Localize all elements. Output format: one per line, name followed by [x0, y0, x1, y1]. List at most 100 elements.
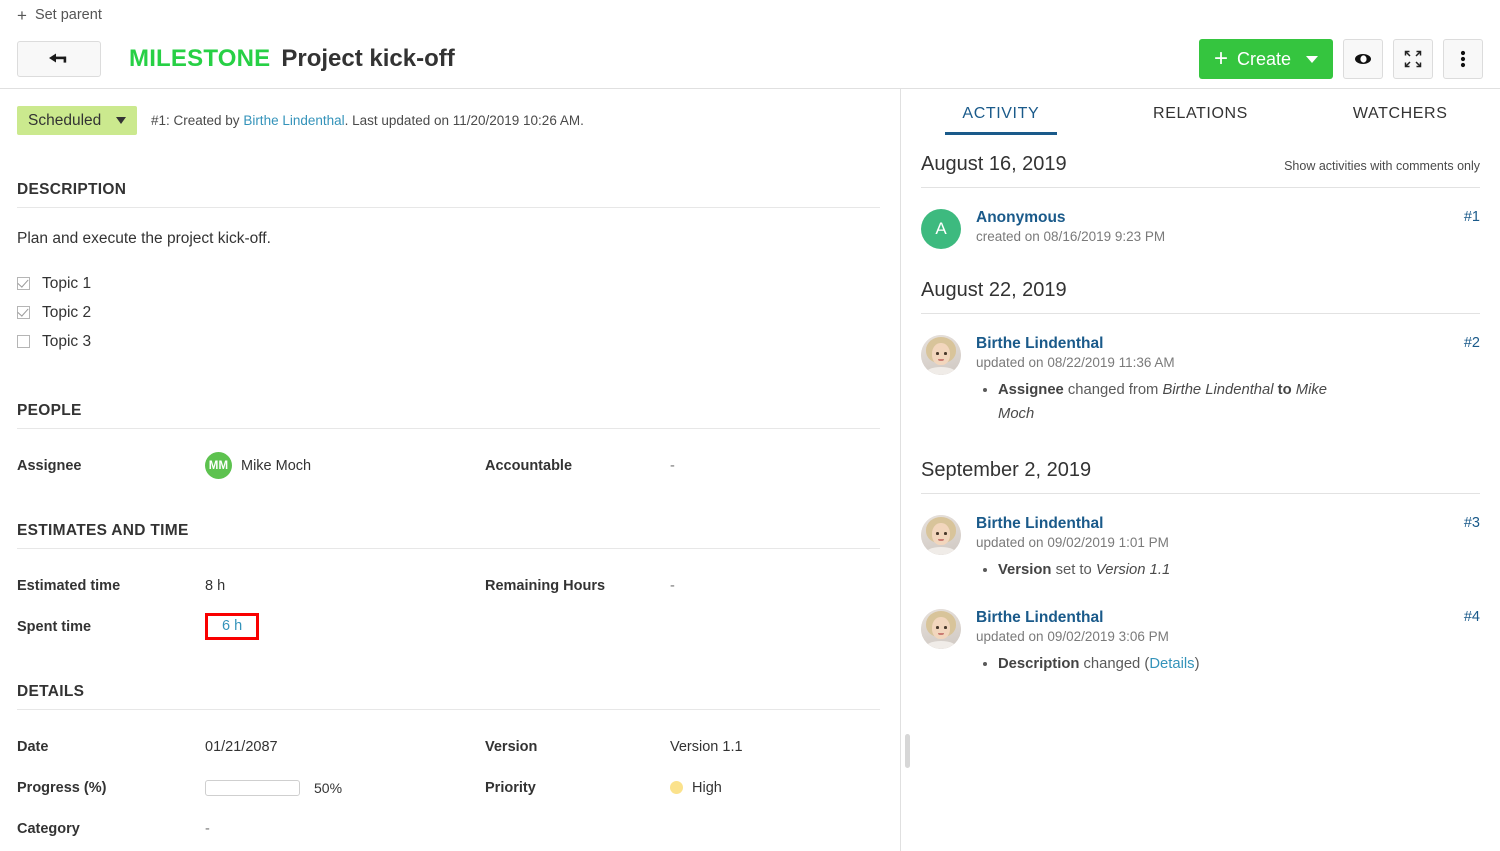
date-value[interactable]: 01/21/2087 [205, 726, 485, 767]
activity-timestamp: updated on 09/02/2019 3:06 PM [976, 628, 1169, 644]
user-chip[interactable]: MM Mike Moch [205, 452, 311, 479]
progress-percent-label: 50% [314, 779, 343, 796]
status-dropdown[interactable]: Scheduled [17, 106, 137, 135]
assignee-name: Mike Moch [241, 457, 312, 474]
activity-changes: Description changed (Details) [976, 653, 1480, 677]
checklist-item[interactable]: Topic 2 [17, 298, 880, 327]
arrow-left-icon [49, 53, 67, 63]
estimates-heading: ESTIMATES AND TIME [17, 522, 880, 549]
activity-author[interactable]: Anonymous [976, 209, 1452, 227]
activity-body: Anonymous created on 08/16/2019 9:23 PM … [976, 209, 1480, 249]
chevron-down-icon [116, 117, 126, 124]
activity-entry: A Anonymous created on 08/16/2019 9:23 P… [901, 188, 1500, 249]
checklist-label: Topic 3 [42, 332, 92, 350]
activity-number[interactable]: #1 [1464, 209, 1480, 225]
remaining-hours-value[interactable]: - [670, 565, 880, 606]
priority-badge[interactable]: High [670, 780, 722, 796]
activity-date-heading: August 16, 2019 [921, 153, 1067, 175]
change-tail: ) [1194, 655, 1200, 672]
progress-bar [205, 779, 300, 796]
progress-bar-widget[interactable]: 50% [205, 779, 343, 796]
spacer-label [485, 808, 670, 849]
plus-icon: + [1213, 45, 1228, 72]
watch-button[interactable] [1343, 39, 1383, 79]
checkbox-checked-icon[interactable] [17, 277, 30, 290]
avatar: A [921, 209, 961, 249]
version-label: Version [485, 738, 538, 755]
tab-relations[interactable]: RELATIONS [1101, 105, 1301, 135]
priority-value: High [692, 779, 722, 796]
activity-number[interactable]: #3 [1464, 515, 1480, 531]
activity-author[interactable]: Birthe Lindenthal [976, 515, 1452, 533]
assignee-label: Assignee [17, 457, 82, 474]
chevron-down-icon [1306, 55, 1318, 63]
title-row: MILESTONE Project kick-off + Create [0, 30, 1500, 88]
checklist-item[interactable]: Topic 3 [17, 327, 880, 356]
work-package-subject[interactable]: Project kick-off [281, 45, 454, 73]
change-details-link[interactable]: Details [1149, 656, 1194, 672]
activity-number[interactable]: #4 [1464, 609, 1480, 625]
more-vertical-icon [1460, 50, 1466, 68]
category-value[interactable]: - [205, 808, 485, 849]
details-attributes: Date 01/21/2087 Version Version 1.1 Prog… [17, 726, 880, 849]
checkbox-unchecked-icon[interactable] [17, 335, 30, 348]
remaining-hours-label: Remaining Hours [485, 577, 606, 594]
work-package-meta: #1: Created by Birthe Lindenthal. Last u… [151, 113, 584, 128]
change-mid: changed from [1063, 382, 1163, 398]
activity-change: Assignee changed from Birthe Lindenthal … [998, 379, 1348, 427]
left-pane-scrollbar[interactable] [889, 89, 897, 851]
top-actions: + Create [1198, 39, 1483, 79]
spent-time-value[interactable]: 6 h [205, 612, 260, 641]
activity-group-header: August 22, 2019 [901, 249, 1500, 302]
category-label: Category [17, 820, 80, 837]
estimated-time-value[interactable]: 8 h [205, 565, 485, 606]
tab-watchers[interactable]: WATCHERS [1300, 105, 1500, 135]
description-text[interactable]: Plan and execute the project kick-off. [17, 230, 880, 248]
activity-timestamp: updated on 09/02/2019 1:01 PM [976, 534, 1169, 550]
set-parent-row: + Set parent [0, 0, 1500, 30]
fullscreen-button[interactable] [1393, 39, 1433, 79]
priority-value-cell: High [670, 767, 880, 808]
work-package-details-pane: Scheduled #1: Created by Birthe Lindenth… [0, 89, 901, 851]
change-mid: set to [1051, 561, 1096, 578]
activity-entry: Birthe Lindenthal updated on 09/02/2019 … [901, 494, 1500, 583]
activity-author[interactable]: Birthe Lindenthal [976, 609, 1452, 627]
spent-time-value-cell: 6 h [205, 606, 485, 647]
scrollbar-thumb[interactable] [905, 734, 910, 768]
activity-change: Description changed (Details) [998, 653, 1348, 677]
create-label: Create [1236, 48, 1291, 69]
comments-only-filter[interactable]: Show activities with comments only [1284, 159, 1480, 173]
priority-dot-icon [670, 781, 683, 794]
activity-body: Birthe Lindenthal updated on 09/02/2019 … [976, 609, 1480, 677]
version-value[interactable]: Version 1.1 [670, 726, 880, 767]
checkbox-checked-icon[interactable] [17, 306, 30, 319]
tab-activity[interactable]: ACTIVITY [901, 105, 1101, 135]
fullscreen-icon [1404, 50, 1422, 68]
activity-number[interactable]: #2 [1464, 335, 1480, 351]
change-old: Version 1.1 [1095, 561, 1171, 578]
assignee-value[interactable]: MM Mike Moch [205, 445, 485, 486]
avatar [921, 608, 961, 649]
activity-timestamp: created on 08/16/2019 9:23 PM [976, 229, 1166, 244]
description-checklist: Topic 1 Topic 2 Topic 3 [17, 269, 880, 356]
spacer-label [485, 606, 670, 647]
checklist-item[interactable]: Topic 1 [17, 269, 880, 298]
status-row: Scheduled #1: Created by Birthe Lindenth… [17, 89, 880, 135]
work-package-type: MILESTONE [129, 45, 271, 72]
meta-prefix: #1: Created by [151, 113, 244, 128]
date-label: Date [17, 738, 49, 755]
accountable-value[interactable]: - [670, 445, 880, 486]
back-button[interactable] [17, 41, 101, 77]
change-field: Version [998, 561, 1052, 578]
meta-suffix: . Last updated on 11/20/2019 10:26 AM. [344, 113, 584, 128]
activity-author[interactable]: Birthe Lindenthal [976, 335, 1452, 353]
set-parent-label: Set parent [34, 7, 102, 23]
spacer-value [670, 606, 880, 647]
create-button[interactable]: + Create [1198, 39, 1333, 79]
more-menu-button[interactable] [1443, 39, 1483, 79]
set-parent-button[interactable]: + Set parent [17, 7, 102, 24]
activity-changes: Assignee changed from Birthe Lindenthal … [976, 379, 1480, 427]
estimates-attributes: Estimated time 8 h Remaining Hours - Spe… [17, 565, 880, 647]
meta-author-link[interactable]: Birthe Lindenthal [243, 113, 344, 128]
accountable-label: Accountable [485, 457, 573, 474]
